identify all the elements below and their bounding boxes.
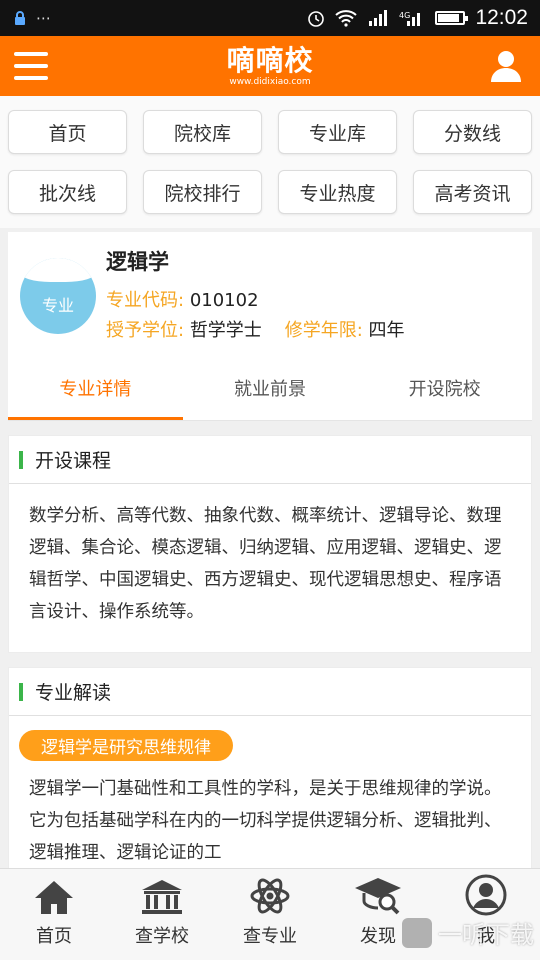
tab-offering-schools[interactable]: 开设院校	[357, 364, 532, 420]
bottom-tab-label: 查学校	[135, 926, 189, 947]
status-bar: ⋯ 4G 12:02	[0, 0, 540, 36]
nav-grid: 首页 院校库 专业库 分数线 批次线 院校排行 专业热度 高考资讯	[0, 96, 540, 228]
years-label: 修学年限:	[284, 320, 363, 341]
degree-label: 授予学位:	[106, 320, 185, 341]
bottom-tab-label: 查专业	[243, 926, 297, 947]
bottom-tab-label: 发现	[360, 926, 396, 947]
nav-scores[interactable]: 分数线	[413, 110, 532, 154]
menu-button[interactable]	[14, 52, 48, 80]
degree-value: 哲学学士	[189, 320, 262, 341]
code-value: 010102	[189, 290, 259, 311]
profile-icon	[465, 874, 507, 916]
signal-icon	[369, 10, 388, 26]
user-icon[interactable]	[488, 48, 524, 84]
nav-batch-lines[interactable]: 批次线	[8, 170, 127, 214]
logo-url: www.didixiao.com	[229, 77, 311, 87]
alarm-icon	[308, 11, 325, 27]
atom-icon	[250, 878, 290, 914]
nav-school-ranking[interactable]: 院校排行	[143, 170, 262, 214]
section-marker	[19, 450, 23, 469]
app-logo: 嘀嘀校 www.didixiao.com	[226, 44, 314, 88]
app-header: 嘀嘀校 www.didixiao.com	[0, 36, 540, 96]
watermark-logo-icon	[402, 917, 432, 948]
major-code-row: 专业代码: 010102	[106, 286, 405, 316]
courses-text: 数学分析、高等代数、抽象代数、概率统计、逻辑导论、数理逻辑、集合论、模态逻辑、归…	[29, 506, 502, 622]
school-building-icon	[142, 880, 182, 914]
major-card: 专业 逻辑学 专业代码: 010102 授予学位: 哲学学士 修学年限: 四年 …	[8, 232, 532, 421]
watermark: 一听下载	[402, 915, 534, 950]
nav-exam-news[interactable]: 高考资讯	[413, 170, 532, 214]
detail-tabs: 专业详情 就业前景 开设院校	[8, 364, 532, 421]
battery-icon	[435, 11, 469, 25]
svg-text:4G: 4G	[399, 11, 410, 20]
code-label: 专业代码:	[106, 290, 185, 311]
nav-schools[interactable]: 院校库	[143, 110, 262, 154]
notification-dots-icon: ⋯	[36, 9, 51, 27]
graduation-cap-search-icon	[355, 878, 401, 915]
clock: 12:02	[475, 6, 528, 29]
bottom-tab-bar: 首页 查学校 查专业 发现 我 一听下载	[0, 868, 540, 960]
tab-employment[interactable]: 就业前景	[183, 364, 358, 420]
bottom-tab-label: 首页	[36, 926, 72, 947]
nav-home[interactable]: 首页	[8, 110, 127, 154]
major-name: 逻辑学	[106, 250, 169, 274]
interpretation-title: 专业解读	[35, 682, 112, 704]
interpretation-section: 专业解读 逻辑学是研究思维规律 逻辑学一门基础性和工具性的学科，是关于思维规律的…	[8, 667, 532, 894]
interpretation-pill: 逻辑学是研究思维规律	[19, 730, 233, 761]
android-lock-icon	[15, 11, 25, 25]
major-degree-row: 授予学位: 哲学学士 修学年限: 四年	[106, 316, 405, 346]
major-badge-icon: 专业	[20, 258, 96, 334]
badge-label: 专业	[41, 296, 74, 315]
nav-majors[interactable]: 专业库	[278, 110, 397, 154]
bottom-tab-majors[interactable]: 查专业	[216, 869, 324, 960]
wifi-icon	[335, 10, 358, 27]
courses-title: 开设课程	[35, 450, 112, 472]
years-value: 四年	[368, 320, 405, 341]
watermark-text: 一听下载	[438, 921, 534, 949]
tab-major-details[interactable]: 专业详情	[8, 364, 183, 420]
signal-4g-icon: 4G	[399, 11, 421, 26]
bottom-tab-schools[interactable]: 查学校	[108, 869, 216, 960]
home-icon	[35, 881, 73, 914]
bottom-tab-home[interactable]: 首页	[0, 869, 108, 960]
nav-major-popularity[interactable]: 专业热度	[278, 170, 397, 214]
courses-section: 开设课程 数学分析、高等代数、抽象代数、概率统计、逻辑导论、数理逻辑、集合论、模…	[8, 435, 532, 653]
section-marker	[19, 682, 23, 701]
logo-text: 嘀嘀校	[226, 44, 314, 77]
